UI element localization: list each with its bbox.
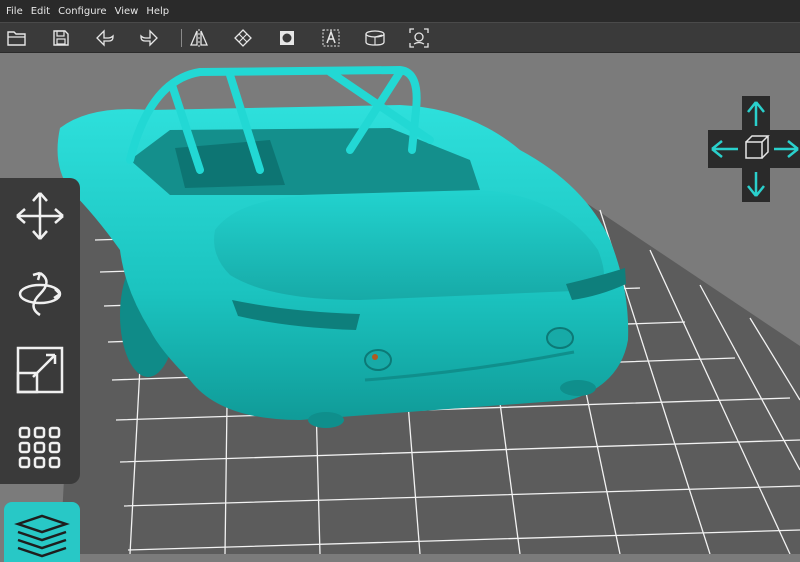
- build-plate-scene: [0, 53, 800, 554]
- right-reflector: [546, 327, 574, 349]
- move-icon: [16, 192, 64, 240]
- 3d-viewport[interactable]: [0, 53, 800, 554]
- redo-icon: [140, 29, 158, 47]
- left-toolbar: [0, 178, 80, 484]
- rotate-icon: [18, 271, 62, 317]
- view-cube-widget: [708, 96, 800, 202]
- rotate-button[interactable]: [10, 264, 70, 324]
- repair-button[interactable]: [230, 26, 256, 50]
- menu-bar: File Edit Configure View Help: [0, 0, 800, 22]
- move-button[interactable]: [10, 186, 70, 246]
- mirror-icon: [190, 29, 208, 47]
- exhaust-pipe: [308, 412, 344, 428]
- camera-button[interactable]: [406, 26, 432, 50]
- open-button[interactable]: [4, 26, 30, 50]
- solid-view-icon: [280, 31, 294, 45]
- menu-configure[interactable]: Configure: [58, 6, 106, 17]
- undo-button[interactable]: [92, 26, 118, 50]
- camera-icon: [409, 28, 429, 48]
- menu-edit[interactable]: Edit: [31, 6, 50, 17]
- redo-button[interactable]: [136, 26, 162, 50]
- mirror-button[interactable]: [186, 26, 212, 50]
- reflector-dot: [372, 354, 378, 360]
- text-button[interactable]: [318, 26, 344, 50]
- undo-icon: [96, 29, 114, 47]
- arrange-icon: [18, 426, 61, 469]
- rear-deck: [214, 190, 604, 300]
- cut-icon: [365, 30, 385, 46]
- save-icon: [53, 30, 69, 46]
- layers-icon: [14, 514, 70, 558]
- open-icon: [7, 31, 26, 46]
- text-icon: [322, 29, 340, 47]
- right-exhaust: [560, 380, 596, 396]
- menu-file[interactable]: File: [6, 6, 23, 17]
- repair-icon: [234, 29, 252, 47]
- save-button[interactable]: [48, 26, 74, 50]
- toolbar-separator: [181, 29, 182, 47]
- menu-view[interactable]: View: [115, 6, 139, 17]
- arrange-button[interactable]: [10, 418, 70, 478]
- scale-icon: [16, 346, 64, 394]
- scale-button[interactable]: [10, 340, 70, 400]
- solid-view-button[interactable]: [274, 26, 300, 50]
- top-toolbar: [0, 22, 800, 53]
- layers-button[interactable]: [4, 502, 80, 562]
- left-reflector: [364, 349, 392, 371]
- menu-help[interactable]: Help: [146, 6, 169, 17]
- cut-button[interactable]: [362, 26, 388, 50]
